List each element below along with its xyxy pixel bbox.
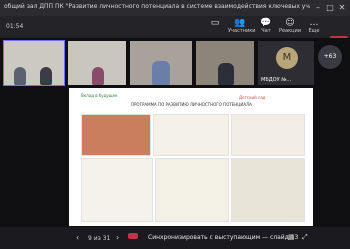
participant-tile[interactable] <box>3 40 65 86</box>
title-bar: общий зал ДПП ПК "Развитие личностного п… <box>0 0 350 16</box>
more-participants-button[interactable]: +63 <box>318 45 342 69</box>
minimize-icon[interactable]: – <box>312 1 324 14</box>
shared-slide: Вклад в будущее ПРОГРАММА ПО РАЗВИТИЮ ЛИ… <box>69 88 313 226</box>
reactions-button[interactable]: ☺ Реакции <box>278 18 302 38</box>
reactions-icon: ☺ <box>285 18 295 28</box>
slide-header: ПРОГРАММА ПО РАЗВИТИЮ ЛИЧНОСТНОГО ПОТЕНЦ… <box>131 102 252 107</box>
slide-photo <box>155 158 229 222</box>
live-badge <box>128 233 138 239</box>
close-icon[interactable]: ✕ <box>336 1 348 14</box>
presentation-controls: ‹ 9 из 31 › Синхронизировать с выступающ… <box>0 227 350 249</box>
meeting-timer: 01:54 <box>6 23 24 30</box>
participants-button[interactable]: 👥 Участники <box>228 18 256 38</box>
slide-photo <box>231 114 305 156</box>
camera-button[interactable]: ▭ <box>203 18 227 38</box>
maximize-icon[interactable]: □ <box>324 1 336 14</box>
window-title: общий зал ДПП ПК "Развитие личностного п… <box>4 3 310 10</box>
more-icon: … <box>309 18 319 28</box>
expand-icon[interactable]: ⤢ <box>302 233 308 242</box>
grid-icon[interactable]: ▦ <box>288 233 295 241</box>
participants-icon: 👥 <box>234 18 246 28</box>
slide-counter: 9 из 31 <box>88 235 111 242</box>
chat-icon: 💬 <box>260 18 272 28</box>
slide-photo <box>153 114 229 156</box>
participant-tile[interactable] <box>68 41 126 85</box>
sync-with-presenter-button[interactable]: Синхронизировать с выступающим — слайд 1… <box>148 234 298 241</box>
prev-slide-icon[interactable]: ‹ <box>76 233 79 242</box>
slide-photo <box>81 158 153 222</box>
slide-logo-right: Детский сад <box>239 95 266 100</box>
participant-tile[interactable] <box>130 41 192 85</box>
chat-button[interactable]: 💬 Чат <box>254 18 278 38</box>
avatar: M <box>276 47 298 69</box>
next-slide-icon[interactable]: › <box>116 233 119 242</box>
camera-icon: ▭ <box>210 18 220 28</box>
slide-photo <box>81 114 151 156</box>
more-button[interactable]: … Еще <box>302 18 326 38</box>
slide-logo-left: Вклад в будущее <box>81 93 118 98</box>
meeting-toolbar: 01:54 ▭ 👥 Участники 💬 Чат ☺ Реакции … Ещ… <box>0 16 350 50</box>
participant-tile[interactable] <box>196 41 254 85</box>
slide-photo <box>231 158 305 222</box>
